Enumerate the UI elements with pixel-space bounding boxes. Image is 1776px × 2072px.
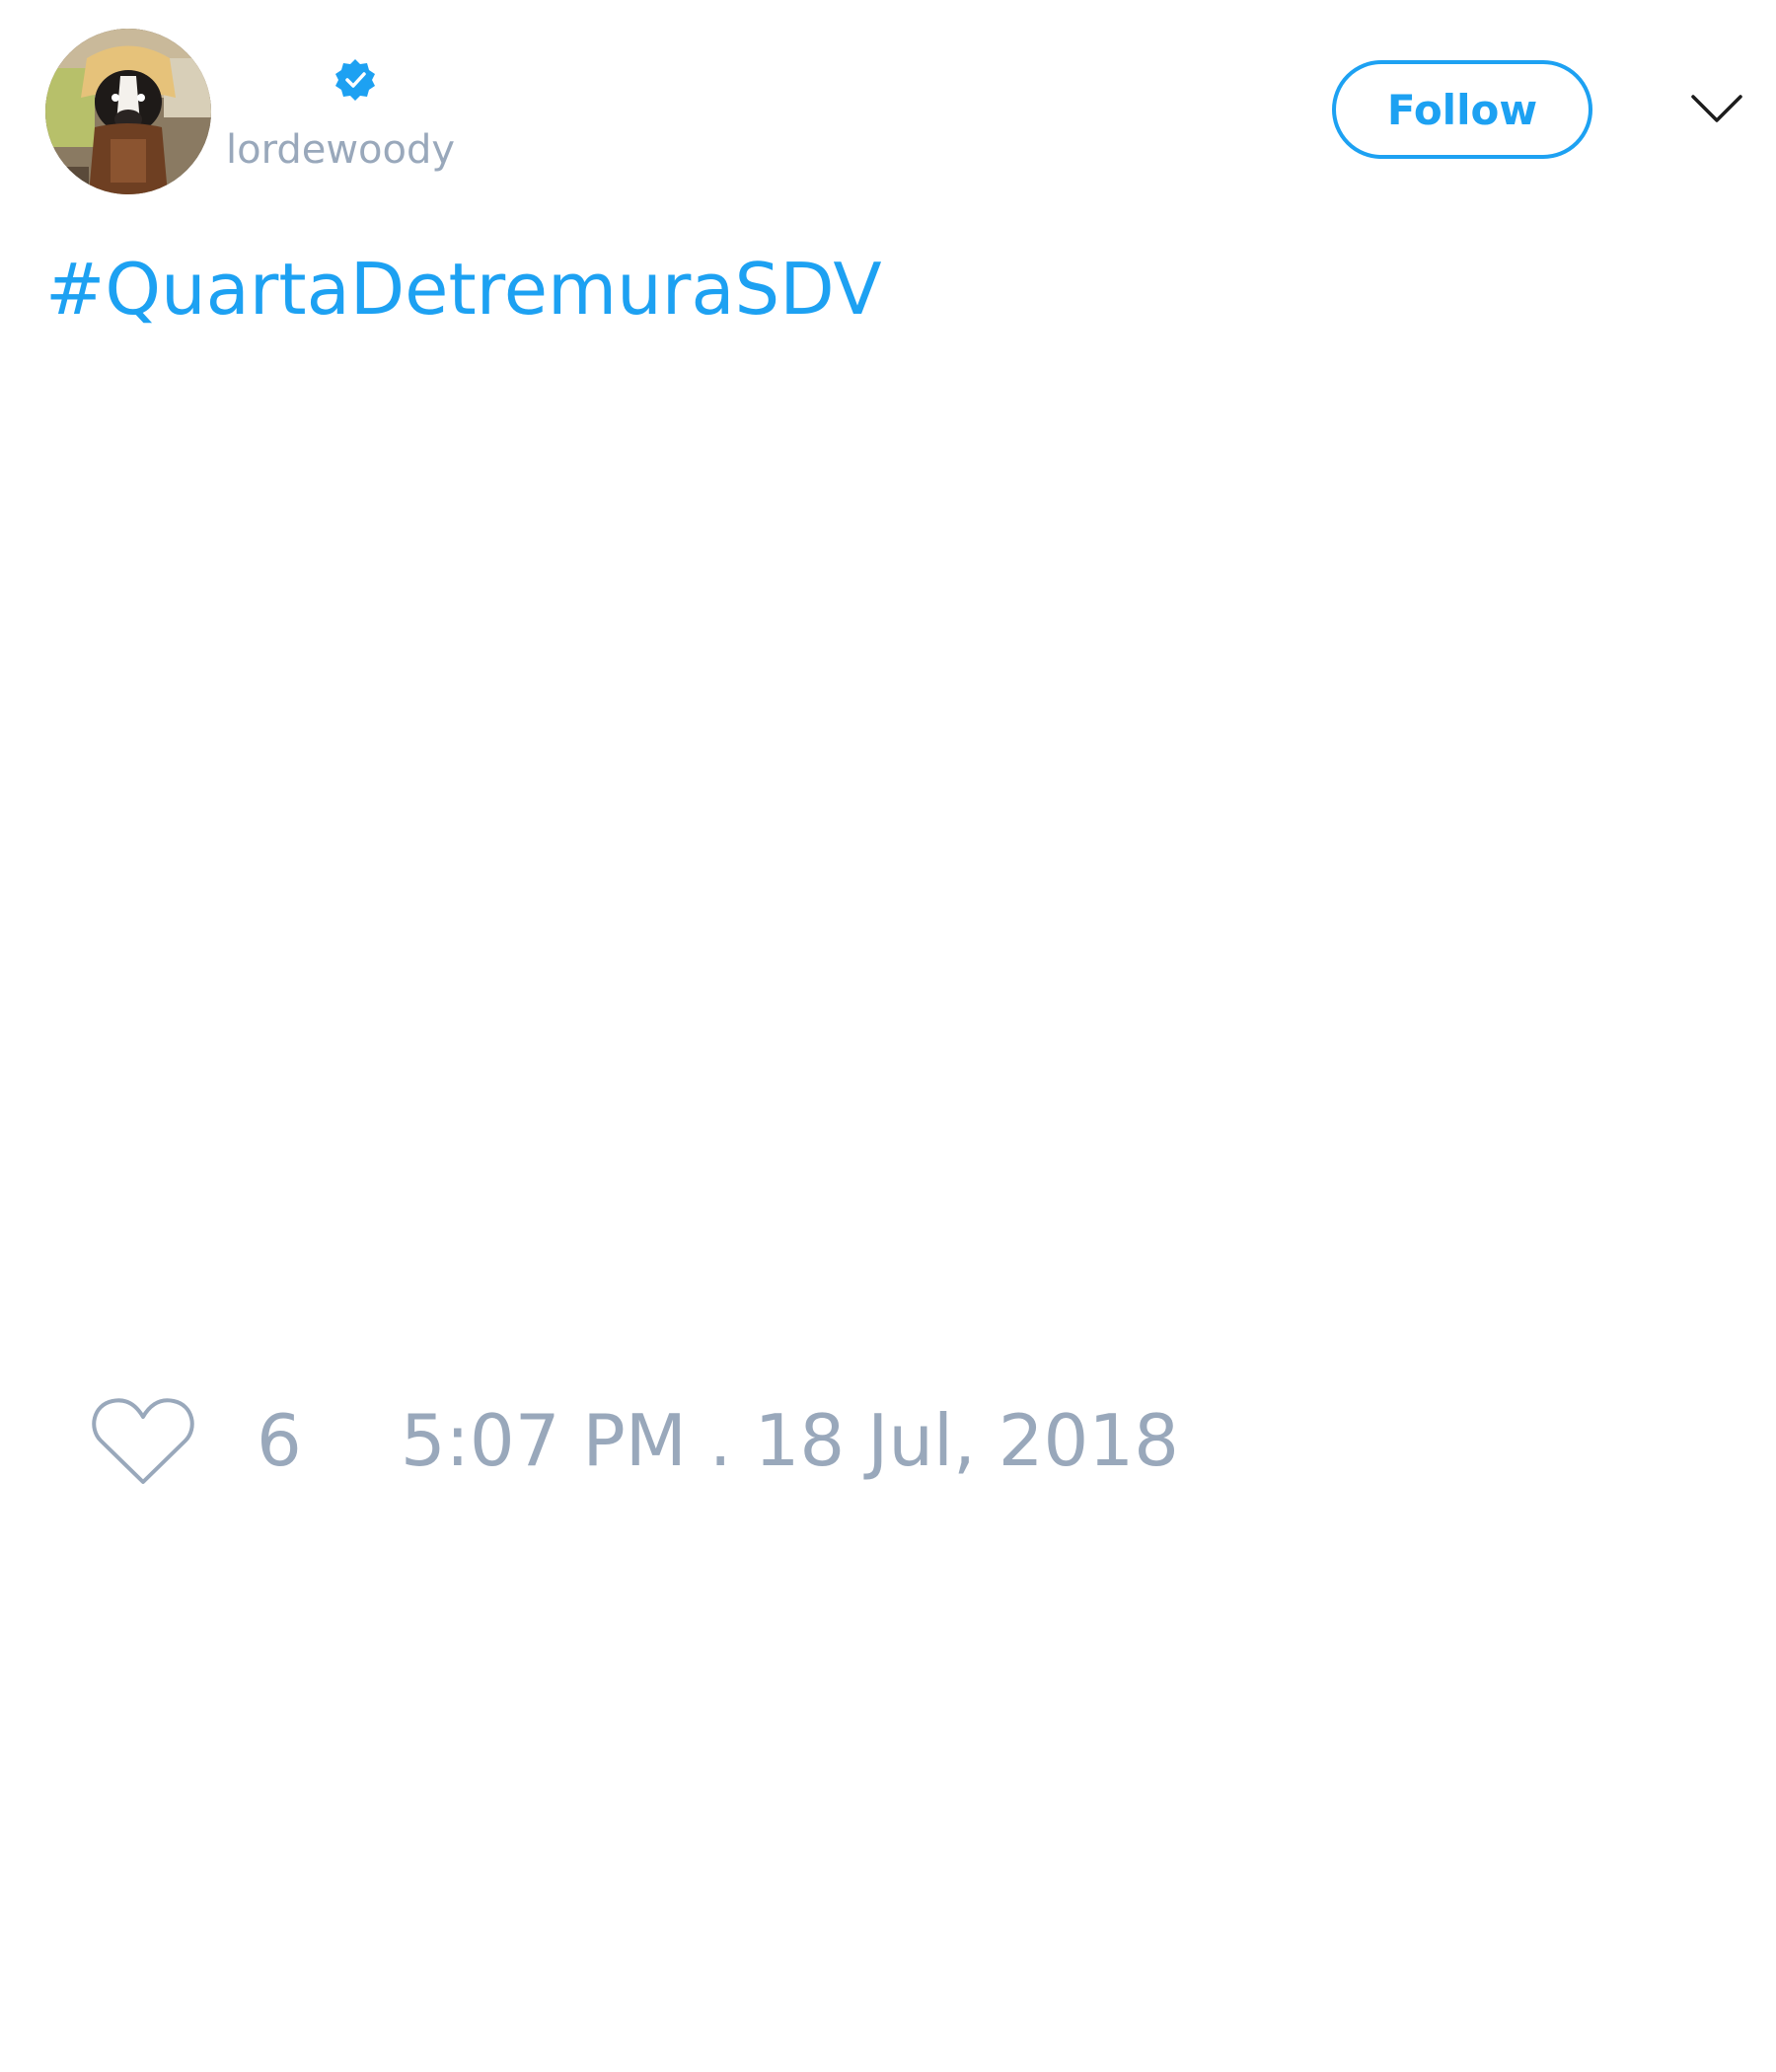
follow-button[interactable]: Follow (1332, 60, 1592, 159)
like-count: 6 (257, 1399, 302, 1482)
tweet-footer: 6 5:07 PM . 18 Jul, 2018 (91, 1386, 1179, 1495)
dog-avatar-image (45, 29, 211, 194)
verified-badge-icon (335, 59, 375, 101)
tweet-timestamp[interactable]: 5:07 PM . 18 Jul, 2018 (401, 1398, 1179, 1483)
author-handle[interactable]: lordewoody (226, 126, 455, 174)
author-avatar[interactable] (45, 29, 211, 194)
heart-outline-icon[interactable] (91, 1393, 195, 1488)
tweet-card: lordewoody Follow #QuartaDetremuraSDV 6 … (0, 0, 1776, 2072)
chevron-down-icon[interactable] (1689, 89, 1744, 128)
tweet-hashtag-link[interactable]: #QuartaDetremuraSDV (45, 247, 882, 332)
